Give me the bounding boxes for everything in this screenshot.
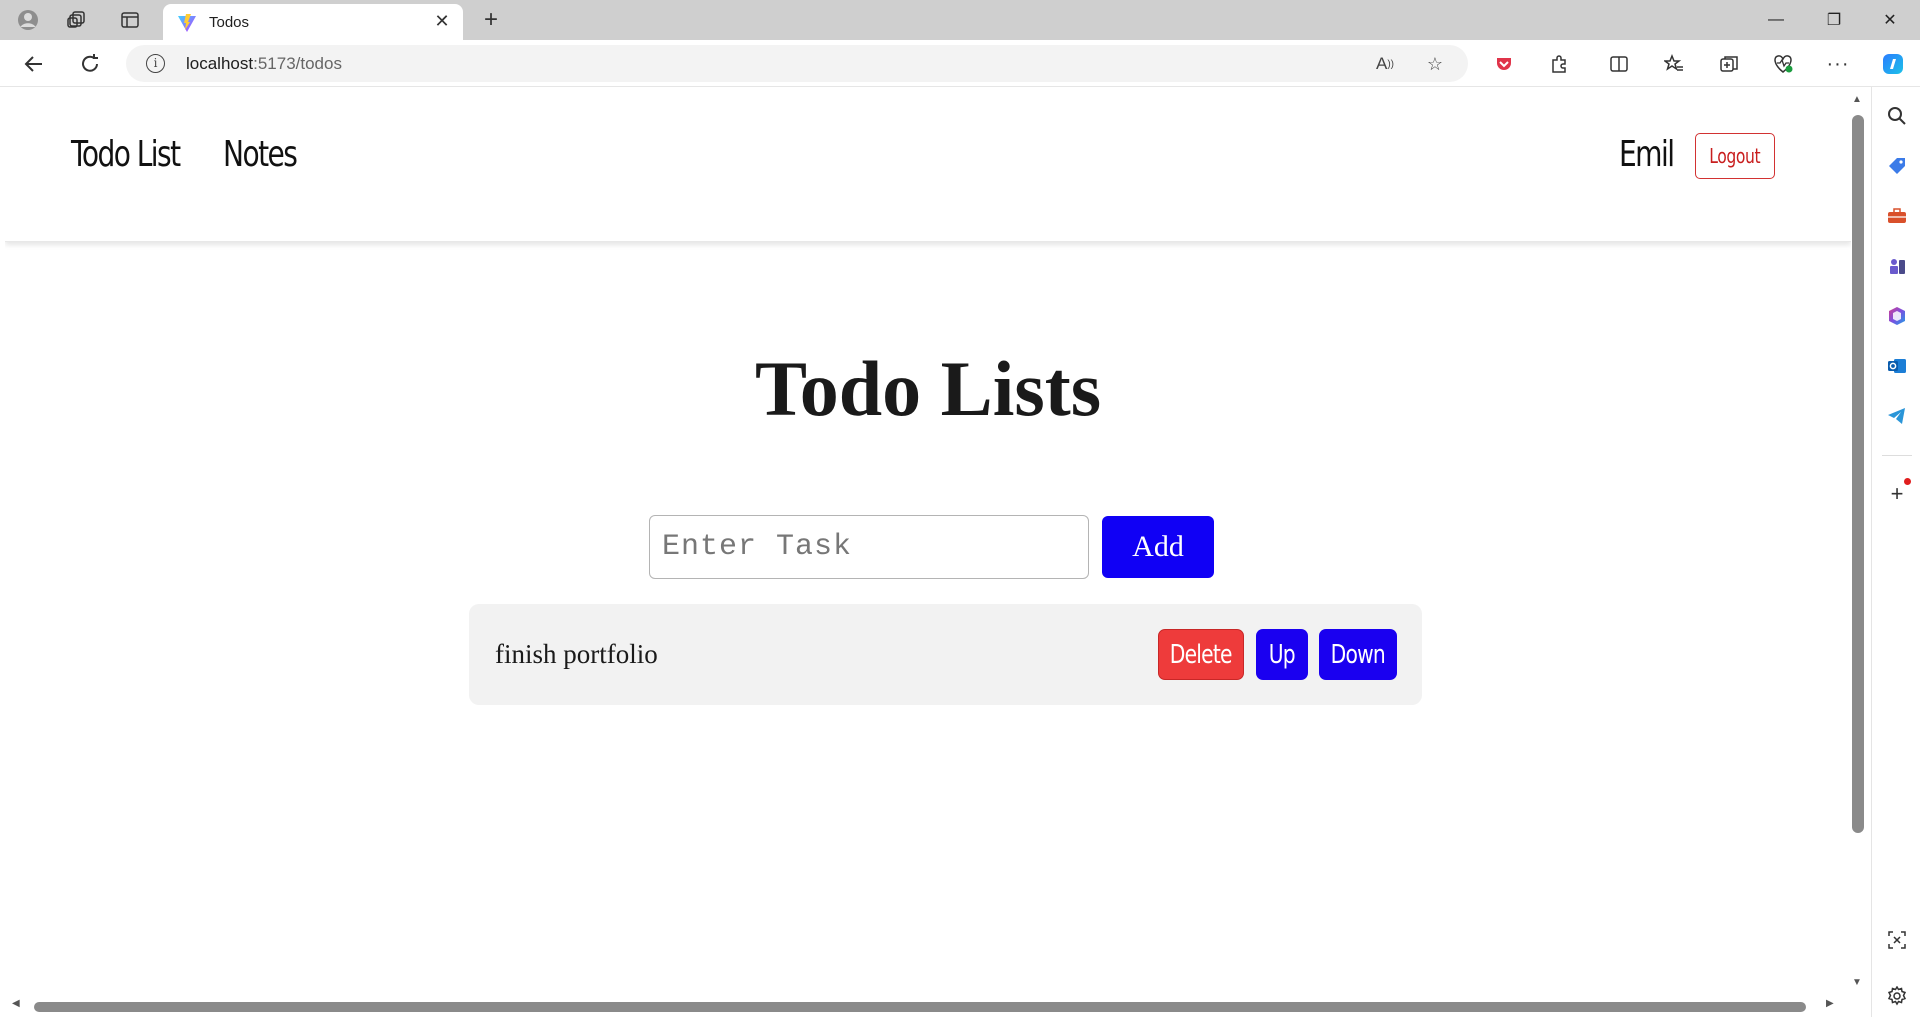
tab-title: Todos [209, 14, 250, 31]
browser-toolbar: i localhost:5173/todos A)) ☆ ··· [0, 40, 1920, 87]
pocket-icon[interactable] [1488, 48, 1520, 80]
nav-link-todo-list[interactable]: Todo List [71, 134, 181, 175]
move-down-button[interactable]: Down [1319, 629, 1397, 680]
vite-favicon-icon [178, 14, 196, 32]
browser-essentials-icon[interactable] [1767, 48, 1799, 80]
office-icon[interactable] [1884, 303, 1910, 329]
nav-link-notes[interactable]: Notes [223, 134, 298, 175]
screenshot-icon[interactable] [1884, 927, 1910, 953]
back-icon[interactable] [18, 48, 50, 80]
scroll-left-arrow-icon[interactable]: ◀ [12, 998, 20, 1009]
toolbox-icon[interactable] [1884, 203, 1910, 229]
restore-icon[interactable]: ❐ [1806, 0, 1862, 40]
profile-icon[interactable] [13, 6, 43, 34]
scroll-down-arrow-icon[interactable]: ▼ [1852, 977, 1862, 988]
collections-icon[interactable] [1713, 48, 1745, 80]
browser-tab-bar: Todos ✕ + — ❐ ✕ [0, 0, 1920, 40]
notification-dot-icon [1904, 478, 1911, 485]
move-up-button[interactable]: Up [1256, 629, 1308, 680]
workspaces-icon[interactable] [62, 6, 92, 34]
more-icon[interactable]: ··· [1822, 48, 1854, 80]
task-input[interactable] [649, 515, 1089, 579]
todo-text: finish portfolio [495, 639, 658, 669]
search-icon[interactable] [1884, 103, 1910, 129]
horizontal-scroll-thumb[interactable] [34, 1002, 1806, 1012]
logout-button[interactable]: Logout [1695, 133, 1775, 179]
tag-icon[interactable] [1884, 153, 1910, 179]
read-aloud-icon[interactable]: A)) [1372, 51, 1398, 77]
tab-actions-icon[interactable] [115, 6, 145, 34]
page-viewport: Todo List Notes Emil Logout Todo Lists A… [5, 87, 1851, 998]
scroll-right-arrow-icon[interactable]: ▶ [1826, 998, 1834, 1009]
new-tab-icon[interactable]: + [476, 5, 506, 35]
site-info-icon[interactable]: i [146, 54, 165, 73]
scroll-up-arrow-icon[interactable]: ▲ [1852, 94, 1862, 105]
address-url[interactable]: localhost:5173/todos [186, 54, 342, 74]
sidebar-divider [1882, 455, 1912, 456]
refresh-icon[interactable] [74, 48, 106, 80]
favorite-star-icon[interactable]: ☆ [1422, 51, 1448, 77]
close-tab-icon[interactable]: ✕ [431, 10, 453, 32]
favorites-icon[interactable] [1658, 48, 1690, 80]
browser-sidebar: + [1871, 87, 1920, 1017]
app-navbar: Todo List Notes Emil Logout [5, 87, 1851, 242]
games-icon[interactable] [1884, 253, 1910, 279]
vertical-scroll-thumb[interactable] [1852, 115, 1864, 833]
delete-todo-button[interactable]: Delete [1158, 629, 1244, 680]
user-name: Emil [1619, 134, 1675, 175]
add-task-button[interactable]: Add [1102, 516, 1214, 578]
todo-item: finish portfolio Delete Up Down [469, 604, 1422, 705]
split-screen-icon[interactable] [1603, 48, 1635, 80]
outlook-icon[interactable] [1884, 353, 1910, 379]
telegram-icon[interactable] [1884, 403, 1910, 429]
extensions-icon[interactable] [1543, 48, 1575, 80]
page-title: Todo Lists [754, 345, 1102, 432]
active-tab[interactable]: Todos ✕ [163, 4, 463, 40]
address-bar[interactable]: i localhost:5173/todos A)) ☆ [126, 45, 1468, 82]
copilot-icon[interactable] [1877, 48, 1909, 80]
settings-icon[interactable] [1884, 983, 1910, 1009]
close-window-icon[interactable]: ✕ [1862, 0, 1918, 40]
minimize-icon[interactable]: — [1748, 0, 1804, 40]
